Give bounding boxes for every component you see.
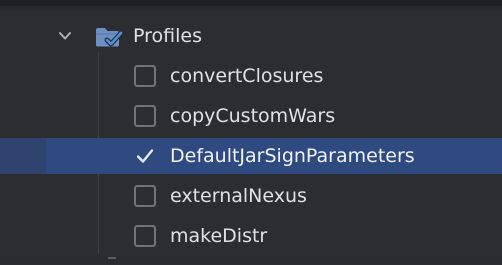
checkbox-unchecked[interactable] xyxy=(134,225,156,247)
checkbox-checked[interactable] xyxy=(134,145,156,167)
top-shade xyxy=(0,6,502,12)
next-node-chevron-partial-icon xyxy=(108,257,116,265)
checkbox-unchecked[interactable] xyxy=(134,105,156,127)
profile-item-label: externalNexus xyxy=(170,185,307,207)
profile-item-makedistr[interactable]: makeDistr xyxy=(0,218,502,254)
profile-item-convertclosures[interactable]: convertClosures xyxy=(0,58,502,94)
profile-item-defaultjarsignparameters[interactable]: DefaultJarSignParameters xyxy=(0,138,502,174)
profile-item-externalnexus[interactable]: externalNexus xyxy=(0,178,502,214)
profile-item-label: convertClosures xyxy=(170,65,324,87)
profile-item-label: makeDistr xyxy=(170,225,268,247)
profile-item-label: copyCustomWars xyxy=(170,105,336,127)
profile-item-copycustomwars[interactable]: copyCustomWars xyxy=(0,98,502,134)
chevron-down-icon[interactable] xyxy=(58,28,72,42)
tree-node-label: Profiles xyxy=(133,25,202,47)
folder-check-icon xyxy=(95,26,124,48)
checkbox-unchecked[interactable] xyxy=(134,185,156,207)
tree-node-profiles[interactable]: Profiles xyxy=(0,18,502,54)
checkmark-icon xyxy=(136,149,154,163)
profile-item-label: DefaultJarSignParameters xyxy=(170,145,415,167)
bottom-edge xyxy=(0,254,502,263)
checkbox-unchecked[interactable] xyxy=(134,65,156,87)
